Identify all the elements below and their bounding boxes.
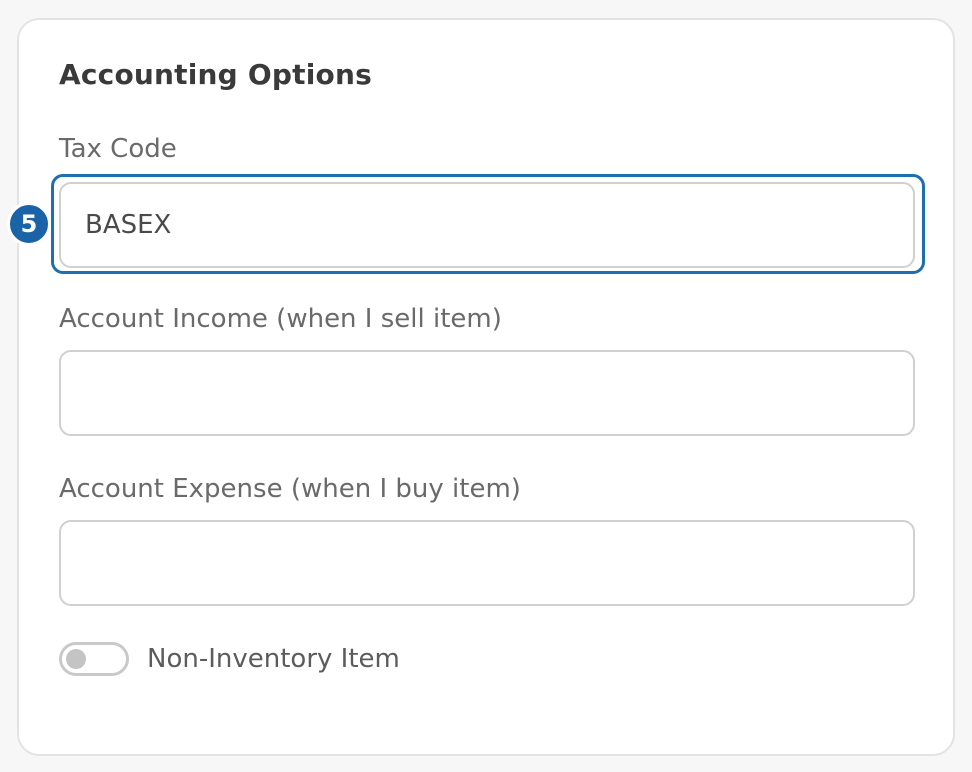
non-inventory-label: Non-Inventory Item: [147, 644, 400, 674]
account-income-field-wrap: [59, 350, 915, 436]
accounting-options-card: Accounting Options Tax Code 5 Account In…: [7, 18, 955, 756]
tax-code-field-wrap: [59, 182, 915, 268]
tax-code-label: Tax Code: [59, 134, 177, 164]
account-income-label: Account Income (when I sell item): [59, 304, 502, 334]
step-badge: 5: [7, 202, 51, 246]
account-income-input[interactable]: [59, 350, 915, 436]
toggle-knob: [66, 649, 86, 669]
account-expense-field-wrap: [59, 520, 915, 606]
non-inventory-toggle[interactable]: [59, 642, 129, 676]
non-inventory-toggle-row: Non-Inventory Item: [59, 642, 400, 676]
tax-code-input[interactable]: [59, 182, 915, 268]
account-expense-label: Account Expense (when I buy item): [59, 474, 521, 504]
account-expense-input[interactable]: [59, 520, 915, 606]
section-title: Accounting Options: [59, 58, 372, 91]
